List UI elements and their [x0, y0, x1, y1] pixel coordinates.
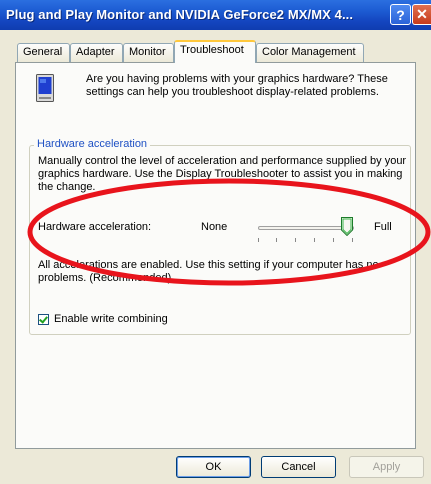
- title-bar[interactable]: Plug and Play Monitor and NVIDIA GeForce…: [0, 0, 431, 30]
- hardware-acceleration-group-title: Hardware acceleration: [34, 138, 151, 150]
- tab-troubleshoot[interactable]: Troubleshoot: [174, 40, 256, 63]
- tab-monitor[interactable]: Monitor: [123, 43, 174, 62]
- acceleration-slider-label: Hardware acceleration:: [38, 221, 152, 233]
- tab-adapter[interactable]: Adapter: [70, 43, 123, 62]
- help-button[interactable]: ?: [390, 4, 411, 25]
- slider-ticks: [258, 238, 354, 243]
- tab-general[interactable]: General: [17, 43, 70, 62]
- acceleration-status-text: All accelerations are enabled. Use this …: [38, 259, 379, 284]
- tab-color-management[interactable]: Color Management: [256, 43, 364, 62]
- acceleration-slider-thumb[interactable]: [341, 217, 353, 236]
- write-combining-checkbox[interactable]: [38, 313, 49, 325]
- monitor-icon: [36, 74, 54, 102]
- close-button[interactable]: ✕: [412, 4, 431, 25]
- window-title: Plug and Play Monitor and NVIDIA GeForce…: [6, 7, 354, 22]
- acceleration-slider-track[interactable]: [258, 226, 354, 230]
- help-icon: ?: [396, 6, 405, 23]
- intro-text: Are you having problems with your graphi…: [86, 73, 388, 98]
- close-icon: ✕: [416, 6, 428, 22]
- slider-min-label: None: [201, 221, 228, 233]
- slider-max-label: Full: [374, 221, 392, 233]
- write-combining-row[interactable]: Enable write combining: [38, 313, 168, 325]
- acceleration-description: Manually control the level of accelerati…: [38, 155, 407, 193]
- cancel-button[interactable]: Cancel: [261, 456, 336, 478]
- apply-button: Apply: [349, 456, 424, 478]
- ok-button[interactable]: OK: [176, 456, 251, 478]
- display-properties-window: Plug and Play Monitor and NVIDIA GeForce…: [0, 0, 431, 484]
- write-combining-label: Enable write combining: [54, 313, 168, 325]
